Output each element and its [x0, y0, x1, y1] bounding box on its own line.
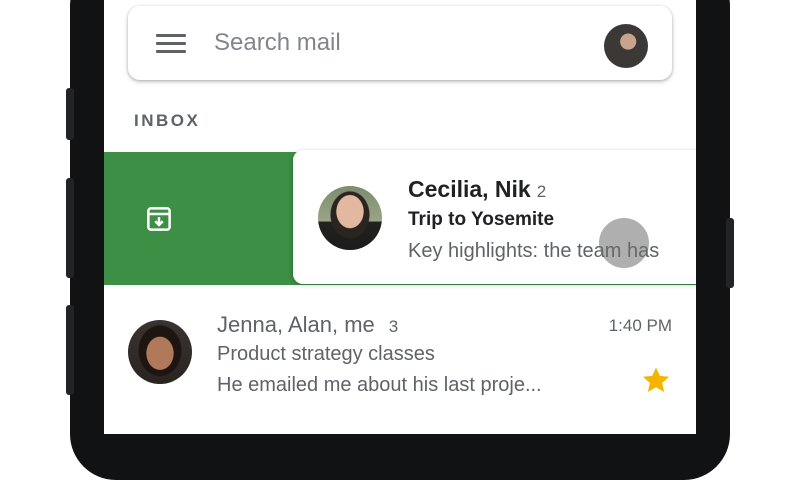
thread-count: 3 — [388, 317, 399, 336]
email-subject: Trip to Yosemite — [408, 209, 555, 230]
sender-name: Cecilia, Nik — [408, 176, 531, 202]
thread-count: 2 — [536, 182, 547, 201]
menu-icon[interactable] — [156, 34, 188, 54]
email-snippet: He emailed me about his last proje... — [217, 374, 542, 396]
sender-name: Jenna, Alan, me — [217, 312, 375, 337]
section-label: INBOX — [134, 111, 201, 130]
email-row[interactable]: Jenna, Alan, me 3 1:40 PM Product strateg… — [104, 298, 696, 418]
touch-indicator — [599, 218, 649, 268]
email-sender: Cecilia, Nik 2 — [408, 176, 546, 203]
search-bar[interactable] — [128, 6, 672, 80]
search-input[interactable] — [214, 26, 594, 60]
email-sender: Jenna, Alan, me 3 — [217, 312, 398, 338]
phone-side-button — [726, 218, 734, 288]
email-time: 1:40 PM — [608, 316, 672, 335]
phone-screen: INBOX Cecilia, Nik2 Trip to Yosemite Key… — [104, 0, 696, 434]
phone-side-button — [66, 178, 74, 278]
sender-avatar — [318, 186, 382, 250]
archive-icon — [147, 207, 171, 231]
sender-avatar — [128, 320, 192, 384]
star-icon[interactable] — [640, 364, 672, 396]
email-subject: Product strategy classes — [217, 343, 435, 365]
phone-side-button — [66, 88, 74, 140]
account-avatar[interactable] — [604, 24, 648, 68]
phone-side-button — [66, 305, 74, 395]
